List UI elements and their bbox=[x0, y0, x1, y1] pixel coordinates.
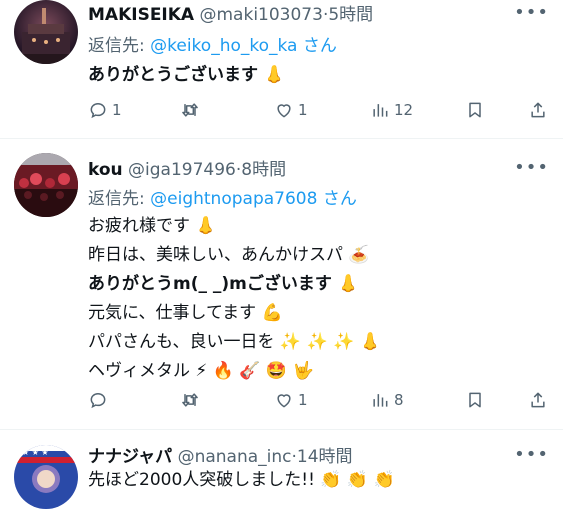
action-bar: 1 1 12 bbox=[88, 100, 548, 124]
reply-button[interactable]: 1 bbox=[88, 100, 122, 120]
tweet-3[interactable]: ★ ★ ★ ナナジャパ @nanana_inc·14時間 ••• 先ほど2000… bbox=[0, 430, 563, 509]
reply-to-line: 返信先: @keiko_ho_ko_ka さん bbox=[88, 31, 337, 56]
avatar[interactable] bbox=[14, 0, 78, 64]
bookmark-icon bbox=[469, 392, 481, 408]
avatar[interactable]: ★ ★ ★ bbox=[14, 445, 78, 509]
display-name[interactable]: MAKISEIKA bbox=[88, 5, 194, 25]
views-count: 12 bbox=[394, 101, 414, 119]
display-name[interactable]: kou bbox=[88, 160, 123, 180]
reply-prefix: 返信先: bbox=[88, 36, 151, 56]
more-icon[interactable]: ••• bbox=[514, 2, 549, 23]
reply-suffix: さん bbox=[297, 36, 337, 56]
retweet-icon bbox=[182, 393, 198, 407]
tweet-line: ありがとうm(_ _)mございます 👃 bbox=[88, 274, 359, 294]
like-icon bbox=[277, 394, 291, 408]
bookmark-button[interactable] bbox=[465, 390, 485, 410]
bookmark-button[interactable] bbox=[465, 100, 485, 120]
tweet-line: ヘヴィメタル ⚡ 🔥 🎸 🤩 🤟 bbox=[88, 361, 314, 381]
reply-prefix: 返信先: bbox=[88, 189, 151, 209]
views-button[interactable]: 12 bbox=[370, 100, 413, 120]
tweet-text: ありがとうございます 👃 bbox=[88, 61, 285, 90]
like-count: 1 bbox=[298, 391, 308, 409]
user-handle[interactable]: @maki103073 bbox=[200, 5, 323, 25]
tweet-line: ありがとうございます 👃 bbox=[88, 65, 286, 85]
action-bar: 1 8 bbox=[88, 390, 548, 414]
share-icon bbox=[531, 102, 545, 118]
views-button[interactable]: 8 bbox=[370, 390, 404, 410]
share-button[interactable] bbox=[528, 100, 548, 120]
timestamp[interactable]: 5時間 bbox=[328, 5, 373, 25]
avatar[interactable] bbox=[14, 153, 78, 217]
retweet-button[interactable] bbox=[180, 100, 204, 120]
svg-text:★ ★ ★: ★ ★ ★ bbox=[22, 448, 49, 457]
display-name[interactable]: ナナジャパ bbox=[88, 447, 172, 467]
reply-suffix: さん bbox=[317, 189, 357, 209]
bookmark-icon bbox=[469, 102, 481, 118]
tweet-text: お疲れ様です 👃 昨日は、美味しい、あんかけスパ 🍝 ありがとうm(_ _)mご… bbox=[88, 212, 381, 386]
like-icon bbox=[277, 104, 291, 118]
tweet-header: kou @iga197496·8時間 bbox=[88, 155, 286, 180]
reply-button[interactable] bbox=[88, 390, 112, 410]
like-button[interactable]: 1 bbox=[274, 390, 308, 410]
reply-mention-link[interactable]: @keiko_ho_ko_ka bbox=[150, 36, 297, 56]
tweet-1[interactable]: MAKISEIKA @maki103073·5時間 ••• 返信先: @keik… bbox=[0, 0, 563, 138]
timestamp[interactable]: 8時間 bbox=[241, 160, 286, 180]
tweet-line: 元気に、仕事してます 💪 bbox=[88, 303, 283, 323]
share-icon bbox=[531, 392, 545, 408]
views-icon bbox=[373, 394, 388, 407]
like-button[interactable]: 1 bbox=[274, 100, 308, 120]
user-handle[interactable]: @iga197496 bbox=[128, 160, 236, 180]
more-icon[interactable]: ••• bbox=[514, 157, 549, 178]
tweet-line: 昨日は、美味しい、あんかけスパ 🍝 bbox=[88, 245, 370, 265]
user-handle[interactable]: @nanana_inc bbox=[178, 447, 292, 467]
like-count: 1 bbox=[298, 101, 308, 119]
share-button[interactable] bbox=[528, 390, 548, 410]
tweet-line: お疲れ様です 👃 bbox=[88, 216, 217, 236]
reply-icon bbox=[90, 392, 106, 409]
retweet-icon bbox=[182, 103, 198, 117]
tweet-text: 先ほど2000人突破しました!! 👏 👏 👏 bbox=[88, 466, 395, 495]
reply-icon bbox=[90, 102, 106, 119]
tweet-line: 先ほど2000人突破しました!! 👏 👏 👏 bbox=[88, 470, 395, 490]
reply-count: 1 bbox=[112, 101, 122, 119]
tweet-header: MAKISEIKA @maki103073·5時間 bbox=[88, 0, 373, 25]
reply-to-line: 返信先: @eightnopapa7608 さん bbox=[88, 184, 357, 209]
reply-mention-link[interactable]: @eightnopapa7608 bbox=[150, 189, 317, 209]
tweet-line: パパさんも、良い一日を ✨ ✨ ✨ 👃 bbox=[88, 332, 381, 352]
tweet-2[interactable]: kou @iga197496·8時間 ••• 返信先: @eightnopapa… bbox=[0, 139, 563, 429]
timestamp[interactable]: 14時間 bbox=[297, 447, 353, 467]
retweet-button[interactable] bbox=[180, 390, 204, 410]
views-icon bbox=[373, 104, 388, 117]
tweet-header: ナナジャパ @nanana_inc·14時間 bbox=[88, 442, 353, 467]
more-icon[interactable]: ••• bbox=[514, 444, 549, 465]
views-count: 8 bbox=[394, 391, 404, 409]
